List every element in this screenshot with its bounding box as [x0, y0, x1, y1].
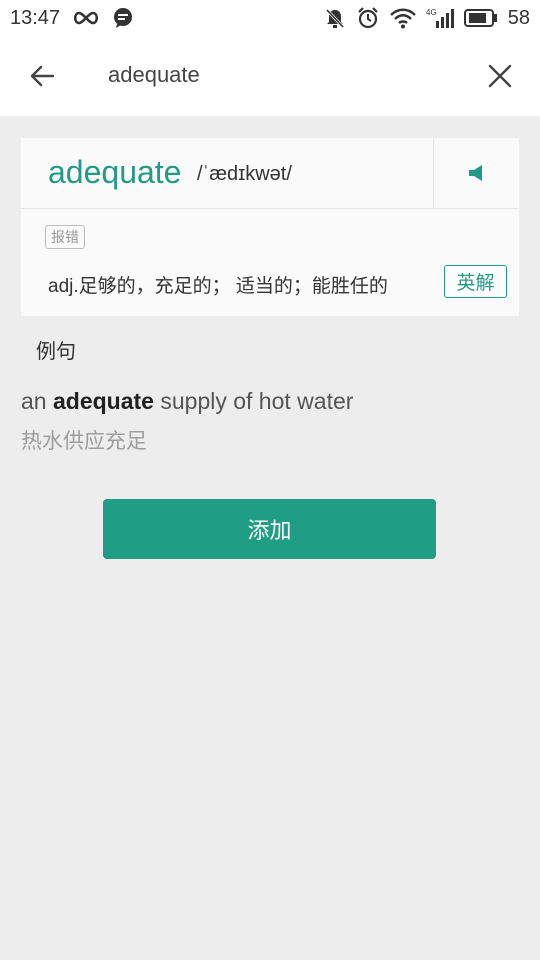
- svg-text:4G: 4G: [426, 8, 437, 17]
- battery-percent: 58: [507, 6, 530, 29]
- definition-text: adj.足够的，充足的； 适当的；能胜任的: [48, 276, 388, 297]
- close-button[interactable]: [480, 56, 520, 96]
- example-prefix: an: [21, 388, 53, 414]
- search-query[interactable]: adequate: [108, 62, 200, 88]
- app-bar: adequate: [0, 36, 540, 116]
- speaker-icon: [468, 165, 482, 181]
- headword: adequate: [48, 154, 182, 190]
- muted-bell-icon: [324, 5, 346, 31]
- cellular-signal-icon: 4G: [426, 5, 454, 31]
- status-right: 4G 58: [324, 5, 530, 31]
- english-definition-button[interactable]: 英解: [444, 265, 507, 298]
- status-bar: 13:47 4G 58: [0, 0, 540, 36]
- infinity-icon: [72, 5, 100, 31]
- status-left: 13:47: [10, 5, 134, 31]
- chat-bubble-icon: [112, 5, 134, 31]
- examples-section-title: 例句: [36, 341, 76, 363]
- example-sentence-en: an adequate supply of hot water: [21, 388, 353, 415]
- wifi-icon: [389, 5, 416, 31]
- example-keyword: adequate: [52, 388, 154, 414]
- arrow-left-icon: [30, 65, 55, 87]
- back-button[interactable]: [22, 56, 62, 96]
- add-button[interactable]: 添加: [103, 499, 436, 559]
- pronounce-button[interactable]: [434, 138, 519, 208]
- phonetic: /ˈædɪkwət/: [197, 163, 292, 185]
- status-time: 13:47: [10, 6, 61, 29]
- close-icon: [488, 64, 512, 88]
- example-sentence-zh: 热水供应充足: [21, 430, 147, 453]
- alarm-clock-icon: [356, 5, 380, 31]
- word-card: adequate /ˈædɪkwət/ 报错 adj.足够的，充足的； 适当的；…: [21, 138, 519, 316]
- example-suffix: supply of hot water: [153, 388, 354, 414]
- battery-icon: [463, 5, 498, 31]
- report-error-button[interactable]: 报错: [45, 225, 85, 249]
- word-header: adequate /ˈædɪkwət/: [21, 138, 519, 209]
